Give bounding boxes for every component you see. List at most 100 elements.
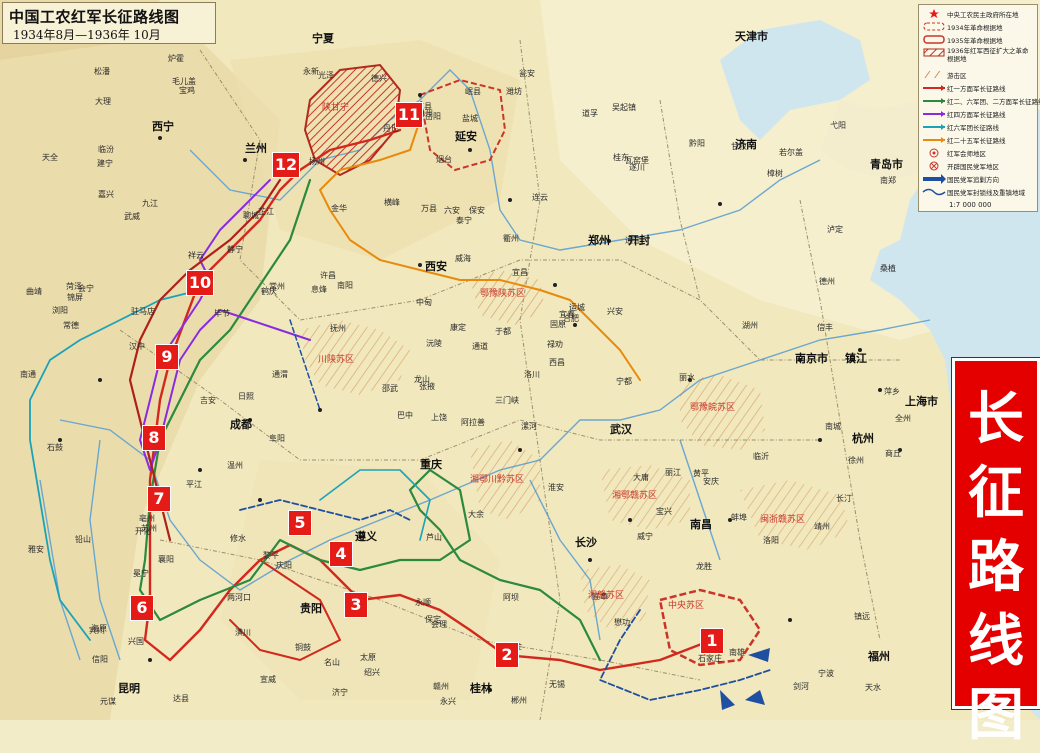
town-label: 宝鸡 [179,85,195,95]
town-label: 道孚 [582,108,598,118]
town-label: 常德 [63,320,79,330]
town-label: 阿坝 [503,593,519,602]
town-label: 宣威 [260,674,276,684]
hatched-area-icon [923,48,945,57]
town-label: 阿拉善 [461,417,485,427]
town-label: 通道 [472,341,488,351]
town-label: 温州 [227,461,243,470]
city-zhenjiang: 镇江 [845,351,867,365]
town-label: 达县 [173,693,189,703]
stage-marker-1: 1 [700,628,724,654]
city-guilin: 桂林 [469,681,492,695]
guerrilla-area-icon [924,71,944,78]
town-label: 亳州 [139,513,155,523]
legend-item: 1934年革命根据地 [921,21,1003,32]
star-icon [929,9,939,18]
town-label: 大庸 [633,472,649,482]
legend-item: 红二、六军团、二方面军长征路线 [921,95,1040,106]
legend-item: 游击区 [921,69,967,80]
town-label: 临汾 [98,144,114,154]
town-label: 洛川 [524,369,540,379]
town-label: 石鼓 [47,442,63,452]
stage-marker-9: 9 [155,344,179,370]
town-label: 萍乡 [884,386,900,396]
label-xiang-e-chuan-qian: 湘鄂川黔苏区 [470,473,524,485]
town-label: 宜昌 [512,267,528,277]
legend-scale: 1:7 000 000 [949,200,992,209]
stage-marker-6: 6 [130,595,154,621]
purple-route-icon [923,111,945,117]
town-label: 常州 [269,282,285,291]
town-label: 巴中 [397,410,413,420]
town-label: 镇远 [854,611,870,621]
title-banner: 长征路线图 [952,358,1040,748]
town-label: 毛儿盖 [172,76,196,86]
city-zunyi: 遵义 [355,529,378,543]
town-label: 中甸 [416,297,432,307]
town-label: 徐州 [848,455,864,465]
town-label: 炉霍 [168,53,184,63]
green-route-icon [923,98,945,104]
town-label: 襄阳 [158,554,174,564]
town-label: 吴起镇 [612,102,636,112]
town-label: 抚州 [330,323,346,333]
town-label: 连云 [532,192,548,202]
town-label: 雅安 [28,544,44,554]
legend-item: 红一方面军长征路线 [921,82,1006,93]
stage-marker-2: 2 [495,642,519,668]
town-label: 苏州 [141,523,157,533]
town-label: 遂川 [629,162,645,172]
map-title: 中国工农红军长征路线图 [9,8,180,26]
town-label: 济宁 [332,687,348,697]
town-label: 宾川 [89,625,105,635]
town-label: 信阳 [92,654,108,664]
town-label: 弋阳 [830,120,846,130]
label-central-soviet: 中央苏区 [668,599,704,611]
town-label: 祥云 [188,250,204,260]
label-e-yu-shaan: 鄂豫陕苏区 [480,287,525,299]
stage-marker-4: 4 [329,541,353,567]
town-label: 名山 [324,657,340,667]
town-label: 丽江 [665,468,681,477]
legend-item: 红六军团长征路线 [921,121,999,132]
city-fuzhou: 福州 [867,649,890,663]
label-xiang-gan: 湘赣苏区 [588,589,624,601]
town-label: 赣州 [433,681,449,691]
town-label: 潍坊 [506,86,522,96]
banner-text: 长征路线图 [955,383,1037,753]
town-label: 大理 [95,96,111,106]
town-label: 运城 [569,303,585,312]
town-label: 庆阳 [276,560,292,570]
town-label: 于都 [495,327,511,336]
town-label: 曲靖 [26,286,42,296]
town-label: 郴州 [511,696,527,705]
town-label: 泸定 [827,224,843,234]
city-qingdao: 青岛市 [870,157,903,171]
town-label: 桂东 [613,152,629,162]
town-label: 万县 [421,204,437,213]
town-label: 天水 [865,682,881,692]
legend-item: 红四方面军长征路线 [921,108,1006,119]
town-label: 铜鼓 [295,642,311,652]
town-label: 信丰 [817,322,833,332]
town-label: 日照 [238,392,254,401]
town-label: 南通 [20,369,36,379]
town-label: 两河口 [227,592,251,602]
town-label: 金华 [331,203,347,213]
banner-char: 征 [968,461,1024,526]
town-label: 南阳 [337,280,353,290]
town-label: 息烽 [311,284,327,294]
city-xining: 西宁 [152,119,174,133]
stage-marker-7: 7 [147,486,171,512]
label-e-yu-wan: 鄂豫皖苏区 [690,401,735,413]
town-label: 芷江 [258,206,274,216]
town-label: 宁都 [616,376,632,386]
town-label: 浏阳 [52,305,68,315]
town-label: 淮安 [548,482,564,492]
city-lanzhou: 兰州 [245,141,267,155]
town-label: 无锡 [549,680,565,689]
town-label: 长汀 [836,493,852,503]
town-label: 湖州 [742,321,758,330]
solid-area-icon [923,35,945,44]
town-label: 德州 [819,276,835,286]
